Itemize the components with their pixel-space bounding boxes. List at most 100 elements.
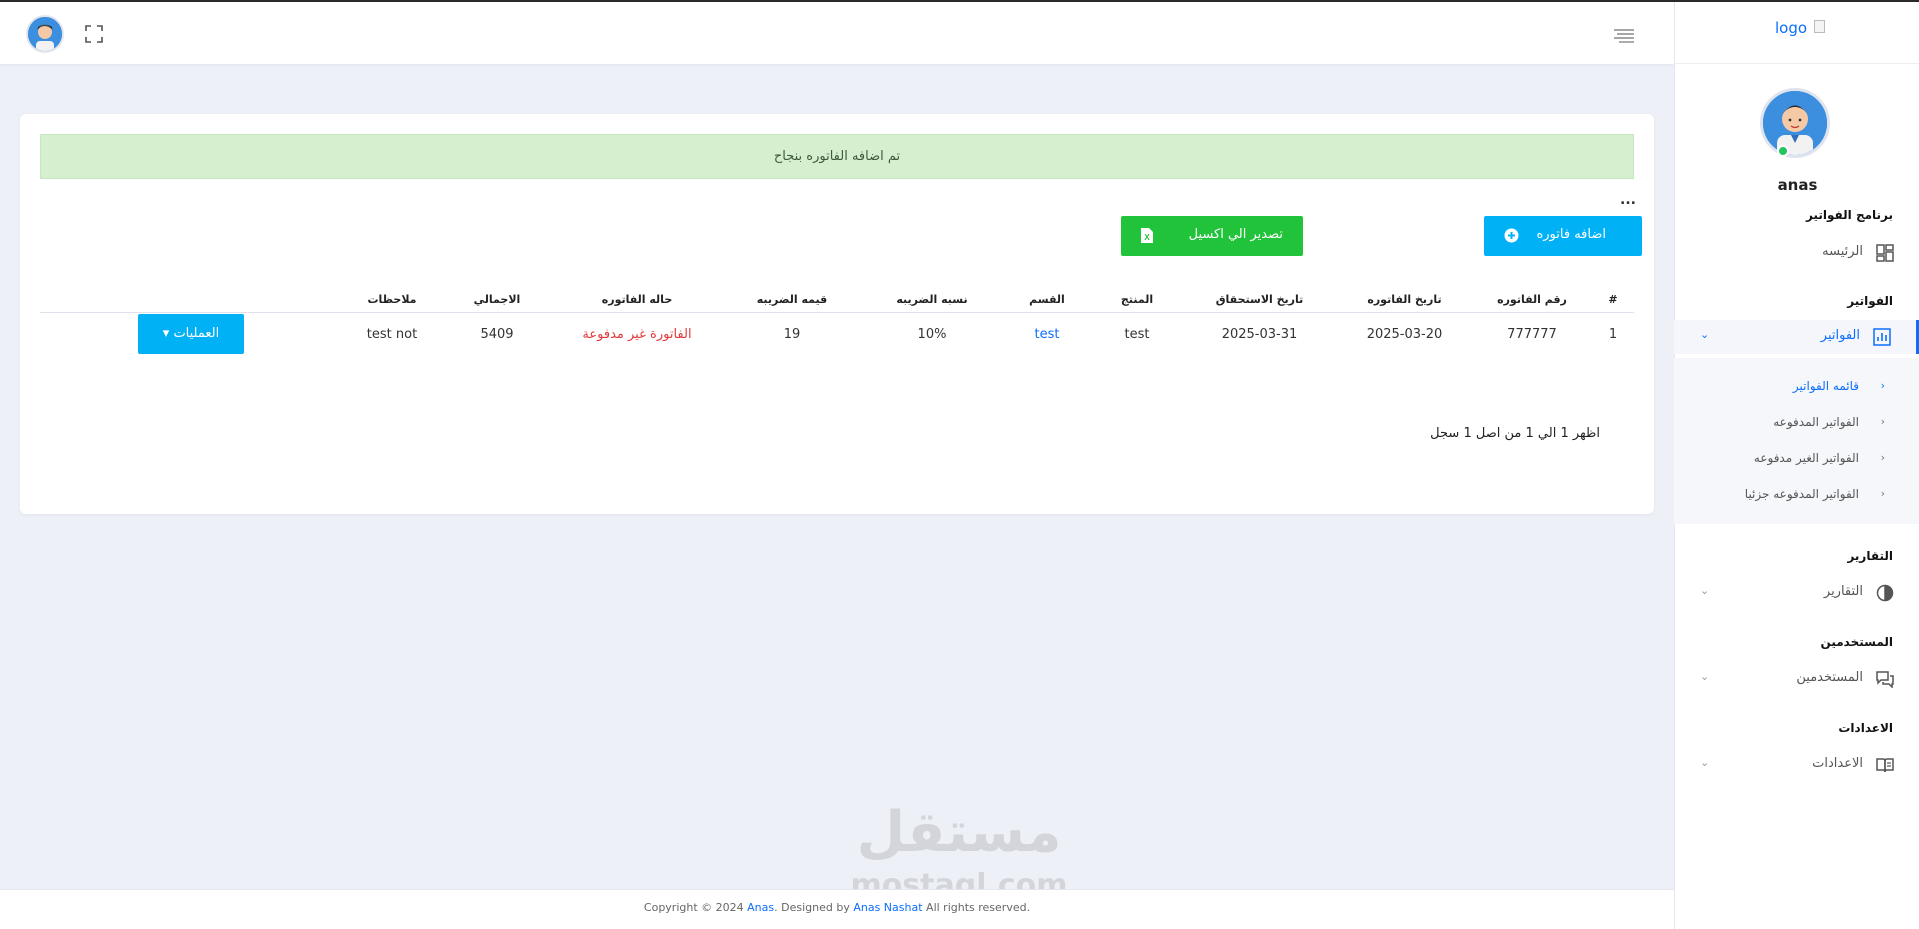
column-header[interactable]: نسبه الضريبه (862, 288, 1002, 313)
section-title-invoices: الفواتير (1847, 294, 1893, 308)
avatar-person-icon (28, 17, 62, 51)
footer-copyright: Copyright © 2024 Anas. Designed by Anas … (0, 901, 1674, 914)
dashboard-icon (1876, 244, 1894, 262)
cell-total: 5409 (480, 326, 514, 342)
chevron-left-icon: ‹ (1880, 415, 1885, 428)
cell-status: الفاتورة غير مدفوعة (552, 312, 722, 356)
chevron-down-icon: ⌄ (1700, 756, 1710, 769)
sidebar-item-home[interactable]: الرئيسه (1674, 236, 1919, 270)
column-header[interactable]: # (1592, 288, 1634, 313)
submenu-item-invoice-list[interactable]: ‹ قائمه الفواتير (1674, 373, 1919, 401)
actions-dropdown-button[interactable]: العمليات ▾ (138, 314, 244, 355)
section-title-users: المستخدمين (1820, 635, 1893, 649)
export-excel-button[interactable]: تصدير الي اكسيل X (1121, 216, 1303, 256)
sidebar: logo anas برنامج الفواتير الرئيسه الفوات… (1674, 2, 1919, 929)
chevron-left-icon: ‹ (1880, 487, 1885, 500)
footer: Copyright © 2024 Anas. Designed by Anas … (0, 889, 1674, 929)
section-link[interactable]: test (1035, 327, 1060, 342)
sidebar-item-reports-label: التقارير (1823, 584, 1863, 599)
submenu-item-partially-paid[interactable]: ‹ الفواتير المدفوعه جزئيا (1674, 481, 1919, 509)
sidebar-item-home-label: الرئيسه (1822, 244, 1863, 259)
cell-section: test (1002, 312, 1092, 356)
chat-bubbles-icon (1876, 671, 1894, 688)
table-row: 1 777777 2025-03-20 2025-03-31 test test… (40, 312, 1634, 356)
sidebar-user-name: anas (1777, 176, 1818, 194)
excel-icon-letter: X (1144, 233, 1150, 242)
footer-owner-link[interactable]: Anas (747, 901, 774, 914)
invoices-submenu: ‹ قائمه الفواتير ‹ الفواتير المدفوعه ‹ ا… (1674, 358, 1919, 524)
cell-tax-rate: 10% (917, 326, 947, 342)
chevron-down-icon: ⌄ (1700, 584, 1710, 597)
chevron-left-icon: ‹ (1880, 451, 1885, 464)
chevron-left-icon: ‹ (1880, 379, 1885, 392)
sidebar-item-invoices-label: الفواتير (1820, 328, 1860, 343)
submenu-item-label: الفواتير المدفوعه جزئيا (1744, 487, 1859, 501)
cell-invoice-date: 2025-03-20 (1366, 326, 1443, 342)
export-excel-label: تصدير الي اكسيل (1188, 227, 1283, 242)
actions-label: العمليات (173, 326, 220, 342)
add-invoice-button[interactable]: اضافه فاتوره (1484, 216, 1642, 256)
submenu-item-unpaid[interactable]: ‹ الفواتير الغير مدفوعه (1674, 445, 1919, 473)
bar-chart-icon (1873, 328, 1891, 346)
submenu-item-label: الفواتير الغير مدفوعه (1753, 451, 1859, 465)
logo-alt-text: logo (1775, 19, 1808, 37)
status-badge: الفاتورة غير مدفوعة (582, 326, 692, 342)
cell-actions: العمليات ▾ (40, 312, 342, 356)
pagination-info: اظهر 1 الي 1 من اصل 1 سجل (1430, 426, 1600, 441)
footer-prefix: Copyright © 2024 (643, 901, 744, 914)
sidebar-item-settings[interactable]: الاعدادات ⌄ (1674, 748, 1919, 782)
cell-index: 1 (1608, 326, 1618, 342)
caret-down-icon: ▾ (162, 326, 170, 342)
column-header[interactable]: تاريخ الفاتوره (1337, 288, 1472, 313)
submenu-item-label: قائمه الفواتير (1792, 379, 1859, 393)
top-header (0, 2, 1674, 64)
add-invoice-label: اضافه فاتوره (1536, 227, 1606, 242)
book-icon (1876, 758, 1894, 773)
column-header[interactable]: القسم (1002, 288, 1092, 313)
fullscreen-icon[interactable] (85, 25, 103, 43)
user-avatar-top[interactable] (26, 15, 64, 53)
column-header[interactable]: قيمه الضريبه (722, 288, 862, 313)
cell-notes: test not (366, 326, 418, 342)
submenu-item-paid[interactable]: ‹ الفواتير المدفوعه (1674, 409, 1919, 437)
online-status-dot (1777, 145, 1789, 157)
sidebar-item-users[interactable]: المستخدمين ⌄ (1674, 662, 1919, 696)
broken-image-icon (1814, 20, 1825, 33)
column-header[interactable]: ملاحظات (342, 288, 442, 313)
more-options-icon[interactable]: ... (1620, 192, 1636, 208)
column-header[interactable]: الاجمالي (442, 288, 552, 313)
sidebar-item-users-label: المستخدمين (1796, 670, 1863, 685)
section-title-settings: الاعدادات (1838, 721, 1893, 735)
column-header[interactable]: حاله الفاتوره (552, 288, 722, 313)
sidebar-item-settings-label: الاعدادات (1812, 756, 1863, 771)
sidebar-item-reports[interactable]: التقارير ⌄ (1674, 576, 1919, 610)
chevron-down-icon: ⌄ (1700, 670, 1710, 683)
column-header (40, 288, 342, 313)
cell-invoice-number: 777777 (1507, 326, 1557, 342)
footer-suffix: All rights reserved. (926, 901, 1031, 914)
footer-designer-link[interactable]: Anas Nashat (853, 901, 922, 914)
footer-designed-by: . Designed by (774, 901, 850, 914)
chevron-down-icon: ⌄ (1700, 328, 1710, 341)
column-header[interactable]: المنتج (1092, 288, 1182, 313)
section-title-app: برنامج الفواتير (1806, 208, 1893, 222)
invoices-table: # رقم الفاتوره تاريخ الفاتوره تاريخ الاس… (40, 288, 1634, 356)
avatar-person-icon (1763, 91, 1827, 155)
submenu-item-label: الفواتير المدفوعه (1773, 415, 1859, 429)
cell-tax-value: 19 (783, 326, 801, 342)
logo-area[interactable]: logo (1675, 2, 1919, 64)
success-alert: تم اضافه الفاتوره بنجاح (40, 134, 1634, 179)
table-header-row: # رقم الفاتوره تاريخ الفاتوره تاريخ الاس… (40, 288, 1634, 313)
cell-product: test (1124, 326, 1150, 342)
invoices-card: تم اضافه الفاتوره بنجاح ... اضافه فاتوره… (20, 114, 1654, 514)
sidebar-avatar (1760, 88, 1830, 158)
column-header[interactable]: تاريخ الاستحقاق (1182, 288, 1337, 313)
pie-chart-icon (1876, 584, 1894, 602)
column-header[interactable]: رقم الفاتوره (1472, 288, 1592, 313)
section-title-reports: التقارير (1847, 549, 1893, 563)
watermark-arabic: مستقل (856, 800, 1062, 865)
menu-toggle-icon[interactable] (1614, 28, 1634, 44)
sidebar-item-invoices[interactable]: الفواتير ⌄ (1674, 320, 1919, 354)
cell-due-date: 2025-03-31 (1221, 326, 1298, 342)
excel-file-icon: X (1141, 228, 1153, 243)
